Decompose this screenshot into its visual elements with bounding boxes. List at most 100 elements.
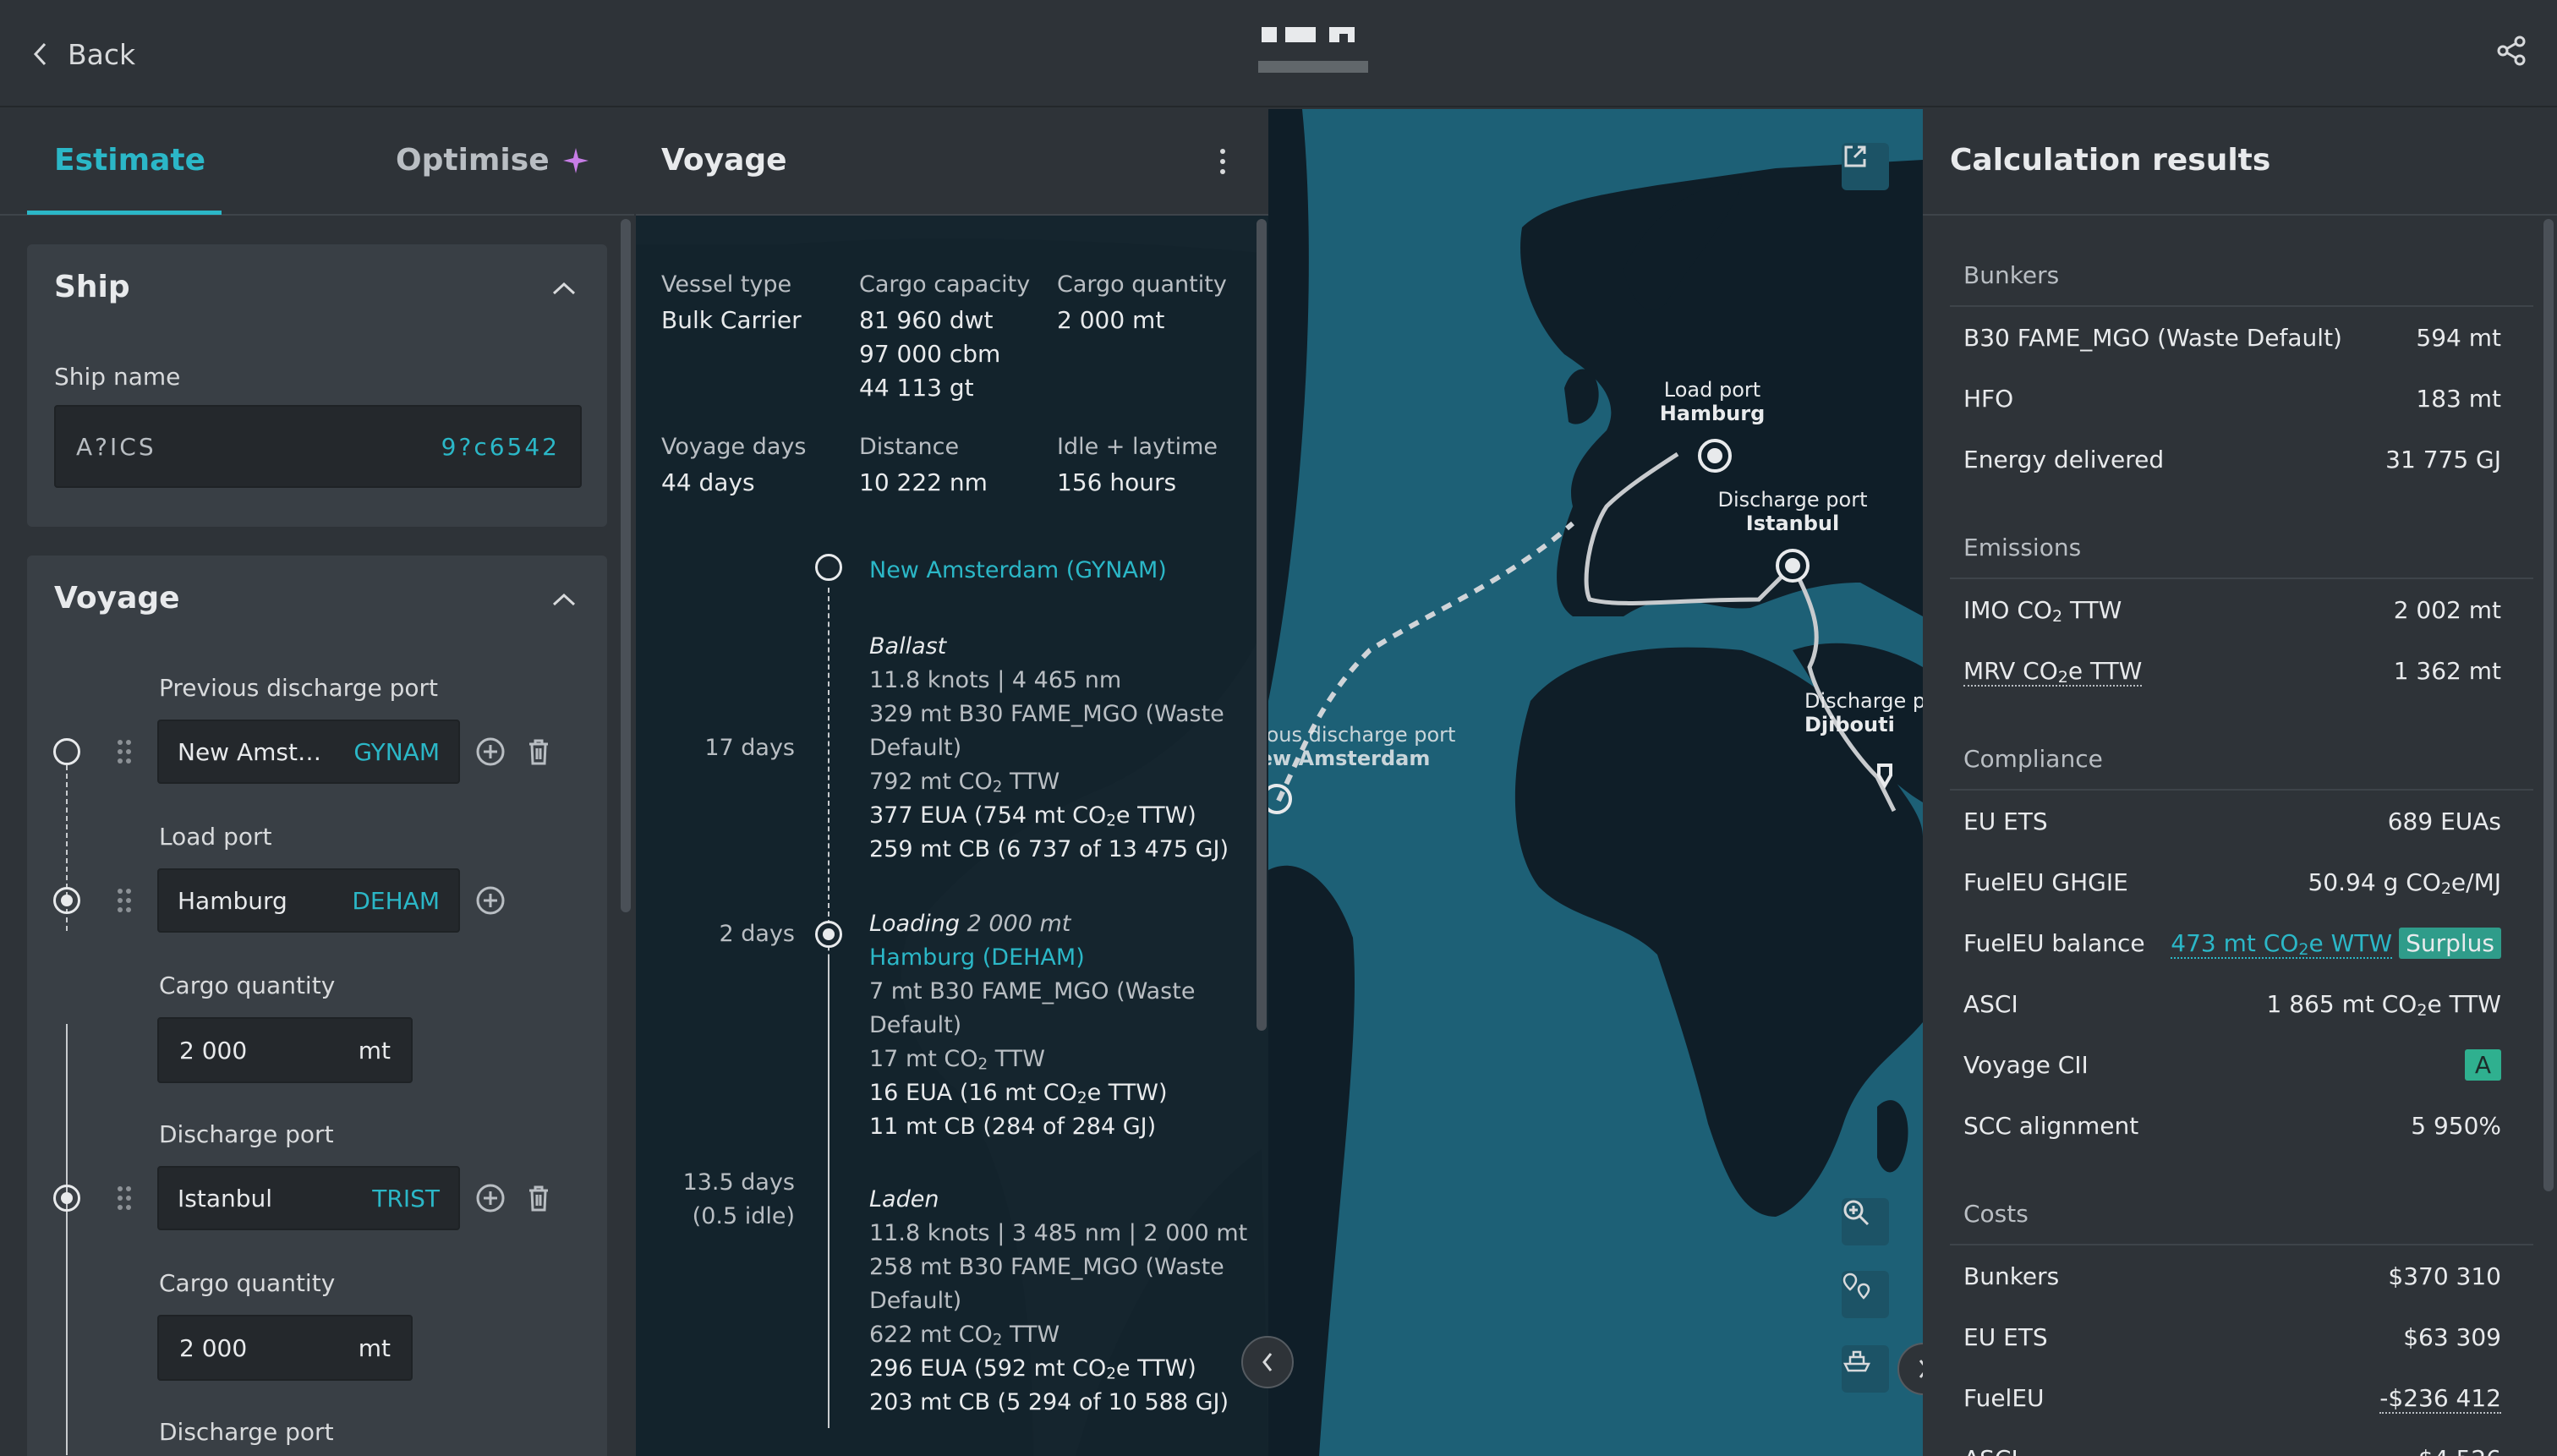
laden-fuel-cont: Default) bbox=[869, 1288, 962, 1314]
discharge-port-label: Discharge port bbox=[159, 1418, 334, 1446]
chevron-up-icon[interactable] bbox=[551, 280, 577, 297]
voyage-card-title: Voyage bbox=[54, 581, 180, 616]
drag-handle-icon[interactable] bbox=[116, 887, 133, 914]
fueleu-ghgie-label: FuelEU GHGIE bbox=[1963, 868, 2128, 896]
zoom-button[interactable] bbox=[1842, 1198, 1889, 1245]
scc-alignment-label: SCC alignment bbox=[1963, 1112, 2139, 1140]
more-vertical-icon[interactable] bbox=[1216, 145, 1229, 178]
mrv-co2-label[interactable]: MRV CO2e TTW bbox=[1963, 657, 2143, 687]
eu-ets-label: EU ETS bbox=[1963, 807, 2048, 835]
laden-fuel: 258 mt B30 FAME_MGO (Waste bbox=[869, 1254, 1224, 1280]
chevron-up-icon[interactable] bbox=[551, 591, 577, 608]
cii-rating-badge: A bbox=[2464, 1049, 2501, 1081]
add-circle-icon[interactable] bbox=[475, 1183, 506, 1213]
cost-fueleu-label: FuelEU bbox=[1963, 1384, 2045, 1412]
estimate-panel: Estimate Optimise Ship Ship name A?ICS 9… bbox=[0, 109, 634, 1456]
collapse-voyage-button[interactable] bbox=[1241, 1336, 1294, 1388]
tab-optimise-label: Optimise bbox=[396, 143, 550, 178]
timeline-solid bbox=[66, 1024, 68, 1455]
trash-icon[interactable] bbox=[523, 736, 554, 767]
imo-co2-value: 2 002 mt bbox=[2393, 596, 2501, 624]
ship-name-value: A?ICS bbox=[76, 432, 156, 461]
ship-card-title: Ship bbox=[54, 270, 130, 304]
route-pins-button[interactable] bbox=[1842, 1271, 1889, 1318]
back-button[interactable]: Back bbox=[32, 34, 135, 74]
cost-bunkers-label: Bunkers bbox=[1963, 1262, 2060, 1290]
start-port-link[interactable]: New Amsterdam (GYNAM) bbox=[869, 554, 1167, 588]
drag-handle-icon[interactable] bbox=[116, 738, 133, 765]
emissions-section-title: Emissions bbox=[1963, 534, 2082, 561]
previous-port-code: GYNAM bbox=[353, 737, 440, 766]
vessel-logo bbox=[1258, 24, 1368, 85]
voyage-cii-label: Voyage CII bbox=[1963, 1051, 2089, 1079]
loading-fuel-cont: Default) bbox=[869, 1012, 962, 1038]
cargo-quantity-field[interactable]: 2 000 mt bbox=[157, 1017, 413, 1083]
voyage-panel: Voyage Vessel type Bulk Carrier Cargo ca… bbox=[636, 109, 1268, 1456]
scrollbar[interactable] bbox=[2543, 219, 2554, 1191]
cargo-quantity-field[interactable]: 2 000 mt bbox=[157, 1315, 413, 1381]
discharge-port-field[interactable]: Istanbul TRIST bbox=[157, 1166, 460, 1230]
bunker-b30-label: B30 FAME_MGO (Waste Default) bbox=[1963, 324, 2342, 352]
bunker-hfo-value: 183 mt bbox=[2416, 385, 2501, 413]
map-discharge-port-label: Discharge port Istanbul bbox=[1717, 488, 1868, 535]
cost-eu-ets-label: EU ETS bbox=[1963, 1323, 2048, 1351]
ship-name-field[interactable]: A?ICS 9?c6542 bbox=[54, 405, 582, 488]
drag-handle-icon[interactable] bbox=[116, 1185, 133, 1212]
energy-delivered-value: 31 775 GJ bbox=[2385, 446, 2501, 473]
mrv-co2-value: 1 362 mt bbox=[2393, 657, 2501, 685]
tab-estimate[interactable]: Estimate bbox=[54, 143, 205, 178]
top-bar: Back bbox=[0, 0, 2557, 107]
timeline-node-filled bbox=[815, 921, 842, 948]
cargo-quantity-value: 2 000 bbox=[179, 1333, 248, 1362]
chevron-left-icon bbox=[1262, 1353, 1273, 1371]
distance-value: 10 222 nm bbox=[859, 468, 988, 496]
bunkers-section-title: Bunkers bbox=[1963, 261, 2060, 289]
fueleu-balance-value[interactable]: 473 mt CO2e WTW Surplus bbox=[2171, 928, 2501, 959]
previous-port-field[interactable]: New Amst… GYNAM bbox=[157, 720, 460, 784]
share-icon[interactable] bbox=[2494, 34, 2528, 68]
discharge-port-value: Istanbul bbox=[178, 1184, 273, 1212]
divider bbox=[1950, 789, 2533, 791]
cargo-capacity-dwt: 81 960 dwt bbox=[859, 306, 994, 334]
external-link-icon bbox=[1844, 145, 1866, 167]
voyage-title: Voyage bbox=[661, 143, 787, 178]
discharge-port-label: Discharge port bbox=[159, 1120, 334, 1148]
loading-port-link[interactable]: Hamburg (DEHAM) bbox=[869, 941, 1085, 975]
cost-fueleu-value[interactable]: -$236 412 bbox=[2379, 1384, 2501, 1414]
load-port-field[interactable]: Hamburg DEHAM bbox=[157, 868, 460, 933]
timeline-node-filled bbox=[53, 887, 80, 914]
add-circle-icon[interactable] bbox=[475, 885, 506, 916]
add-circle-icon[interactable] bbox=[475, 736, 506, 767]
scrollbar[interactable] bbox=[621, 219, 631, 912]
ballast-cb: 259 mt CB (6 737 of 13 475 GJ) bbox=[869, 836, 1229, 862]
costs-section-title: Costs bbox=[1963, 1200, 2029, 1228]
ship-layer-button[interactable] bbox=[1842, 1345, 1889, 1393]
map-previous-port-label: Previous discharge portNew Amsterdam bbox=[1268, 723, 1456, 770]
fueleu-balance-label: FuelEU balance bbox=[1963, 929, 2145, 957]
map-djibouti-label: Discharge p Djibouti bbox=[1804, 689, 1923, 736]
energy-delivered-label: Energy delivered bbox=[1963, 446, 2165, 473]
cargo-capacity-label: Cargo capacity bbox=[859, 271, 1031, 298]
distance-label: Distance bbox=[859, 434, 960, 460]
open-external-button[interactable] bbox=[1842, 143, 1889, 190]
results-panel: Calculation results Bunkers B30 FAME_MGO… bbox=[1923, 109, 2557, 1456]
loading-cb: 11 mt CB (284 of 284 GJ) bbox=[869, 1114, 1157, 1140]
ballast-fuel: 329 mt B30 FAME_MGO (Waste bbox=[869, 701, 1224, 727]
cargo-quantity-value: 2 000 mt bbox=[1057, 306, 1165, 334]
divider bbox=[1950, 577, 2533, 579]
cargo-quantity-label: Cargo quantity bbox=[1057, 271, 1227, 298]
scrollbar[interactable] bbox=[1257, 219, 1267, 1031]
laden-speed: 11.8 knots | 3 485 nm | 2 000 mt bbox=[869, 1220, 1248, 1246]
imo-co2-label: IMO CO2 TTW bbox=[1963, 596, 2122, 626]
vessel-type-value: Bulk Carrier bbox=[661, 306, 802, 334]
scc-alignment-value: 5 950% bbox=[2411, 1112, 2501, 1140]
timeline-node-filled bbox=[53, 1185, 80, 1212]
sparkle-icon bbox=[562, 147, 589, 173]
trash-icon[interactable] bbox=[523, 1183, 554, 1213]
cost-asci-value: $4 526 bbox=[2418, 1445, 2501, 1456]
tab-optimise[interactable]: Optimise bbox=[396, 143, 590, 178]
cargo-quantity-label: Cargo quantity bbox=[159, 972, 336, 999]
compliance-section-title: Compliance bbox=[1963, 745, 2103, 773]
route-map[interactable]: Load port Hamburg Discharge port Istanbul … bbox=[1268, 109, 1923, 1456]
asci-value: 1 865 mt CO2e TTW bbox=[2266, 990, 2501, 1020]
